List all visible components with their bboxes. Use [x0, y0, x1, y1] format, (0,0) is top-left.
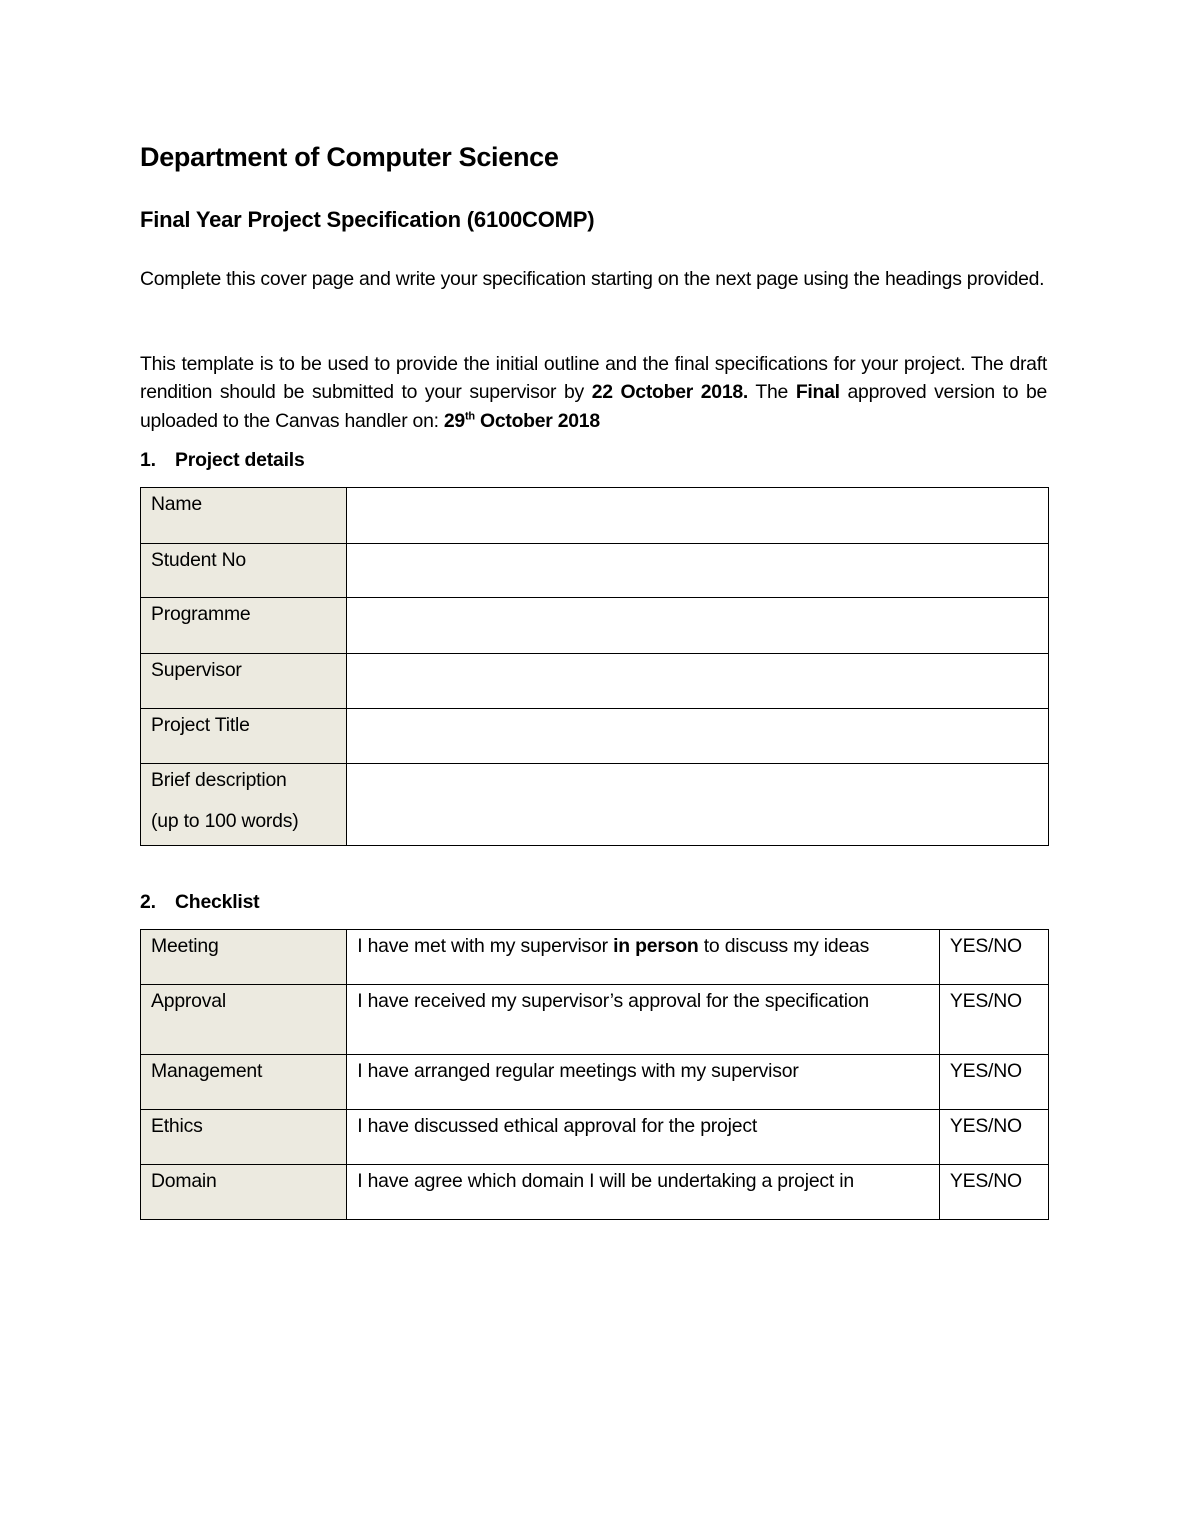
yes-no-answer[interactable]: YES/NO — [938, 1054, 1050, 1110]
final-deadline-day: 29 — [443, 409, 465, 432]
table-row: Ethics I have discussed ethical approval… — [139, 1109, 1050, 1165]
yes-no-answer[interactable]: YES/NO — [938, 929, 1050, 985]
checklist-statement: I have discussed ethical approval for th… — [346, 1109, 940, 1165]
checklist-statement: I have received my supervisor’s approval… — [346, 984, 940, 1055]
yes-no-answer[interactable]: YES/NO — [938, 1109, 1050, 1165]
field-label-line1: Brief description — [151, 769, 287, 791]
checklist-table: Meeting I have met with my supervisor in… — [139, 929, 1050, 1220]
table-row: Brief description (up to 100 words) — [140, 763, 1049, 846]
student-no-field[interactable] — [346, 543, 1049, 598]
field-label: Project Title — [140, 708, 347, 764]
brief-description-field[interactable] — [346, 763, 1049, 846]
name-field[interactable] — [346, 487, 1049, 544]
project-details-table: Name Student No Programme Supervisor Pro… — [140, 487, 1049, 846]
field-label: Name — [140, 487, 347, 544]
table-row: Name — [140, 487, 1049, 544]
checklist-label: Approval — [139, 984, 348, 1055]
table-row: Domain I have agree which domain I will … — [139, 1164, 1050, 1220]
section-heading-project-details: 1. Project details — [140, 449, 305, 472]
table-row: Programme — [140, 597, 1049, 654]
programme-field[interactable] — [346, 597, 1049, 654]
checklist-label: Management — [139, 1054, 348, 1110]
yes-no-answer[interactable]: YES/NO — [938, 984, 1050, 1055]
project-title-field[interactable] — [346, 708, 1049, 764]
field-label-line2: (up to 100 words) — [151, 810, 299, 832]
table-row: Student No — [140, 543, 1049, 598]
section-title: Project details — [175, 449, 305, 471]
checklist-label: Meeting — [139, 929, 348, 985]
field-label: Student No — [140, 543, 347, 598]
note-text-2: The — [748, 381, 796, 404]
draft-deadline: 22 October 2018. — [591, 381, 749, 404]
field-label: Brief description (up to 100 words) — [140, 763, 347, 846]
checklist-statement: I have met with my supervisor in person … — [346, 929, 940, 985]
section-title: Checklist — [175, 891, 260, 913]
final-deadline-rest: October 2018 — [474, 409, 600, 432]
department-heading: Department of Computer Science — [140, 142, 559, 172]
yes-no-answer[interactable]: YES/NO — [938, 1164, 1050, 1220]
checklist-label: Ethics — [139, 1109, 348, 1165]
field-label: Programme — [140, 597, 347, 654]
checklist-statement: I have agree which domain I will be unde… — [346, 1164, 940, 1220]
section-number: 2. — [140, 891, 156, 913]
final-deadline: 29th October 2018 — [444, 410, 600, 432]
table-row: Approval I have received my supervisor’s… — [139, 984, 1050, 1055]
specification-title: Final Year Project Specification (6100CO… — [140, 207, 595, 232]
checklist-statement: I have arranged regular meetings with my… — [346, 1054, 940, 1110]
statement-emphasis: in person — [613, 935, 699, 957]
intro-paragraph: Complete this cover page and write your … — [140, 268, 1045, 290]
statement-text: to discuss my ideas — [698, 935, 870, 957]
table-row: Management I have arranged regular meeti… — [139, 1054, 1050, 1110]
table-row: Meeting I have met with my supervisor in… — [139, 929, 1050, 985]
field-label: Supervisor — [140, 653, 347, 709]
section-heading-checklist: 2. Checklist — [140, 891, 260, 914]
final-word: Final — [795, 381, 840, 404]
checklist-label: Domain — [139, 1164, 348, 1220]
statement-text: I have met with my supervisor — [357, 935, 614, 957]
final-deadline-suffix: th — [464, 410, 475, 423]
table-row: Supervisor — [140, 653, 1049, 709]
section-number: 1. — [140, 449, 156, 471]
table-row: Project Title — [140, 708, 1049, 764]
supervisor-field[interactable] — [346, 653, 1049, 709]
template-note-paragraph: This template is to be used to provide t… — [140, 350, 1047, 435]
